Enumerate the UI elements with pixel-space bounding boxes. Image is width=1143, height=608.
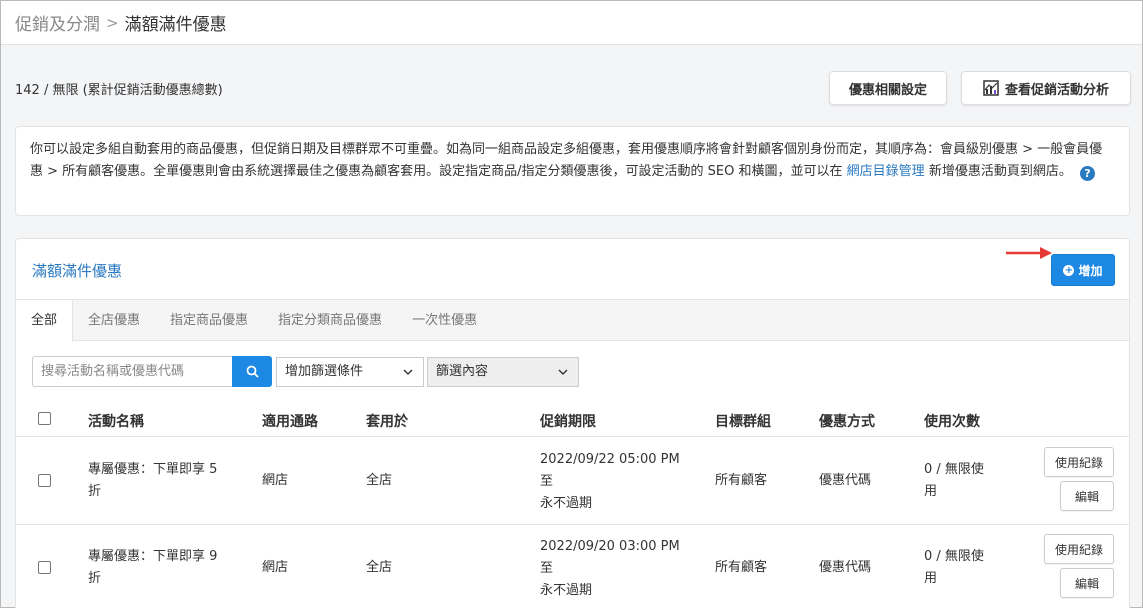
catalog-management-link[interactable]: 網店目錄管理 (847, 164, 925, 179)
tab-specific-categories[interactable]: 指定分類商品優惠 (263, 300, 397, 341)
tab-one-time[interactable]: 一次性優惠 (397, 300, 492, 341)
usage-log-button[interactable]: 使用紀錄 (1044, 447, 1114, 477)
target-cell: 所有顧客 (715, 473, 768, 488)
add-filter-value: 增加篩選條件 (285, 364, 364, 379)
usage-line: 用 (924, 484, 938, 499)
filter-content-value: 篩選內容 (436, 364, 489, 379)
tab-bar: 全部 全店優惠 指定商品優惠 指定分類商品優惠 一次性優惠 (16, 299, 1129, 342)
chevron-down-icon (403, 369, 413, 375)
period-cell: 2022/09/22 05:00 PM 至 永不過期 (540, 449, 680, 515)
search-icon (246, 365, 259, 378)
period-end: 永不過期 (540, 583, 593, 598)
table-row: 專屬優惠：下單即享 5 折 網店 全店 2022/09/22 05:00 PM … (16, 438, 1129, 525)
usage-line: 0 / 無限使 (924, 549, 984, 564)
period-cell: 2022/09/20 03:00 PM 至 永不過期 (540, 536, 680, 602)
channel-cell: 網店 (262, 560, 289, 575)
promotion-count-summary: 142 / 無限 (累計促銷活動優惠總數) (15, 83, 223, 98)
promotion-settings-button[interactable]: 優惠相關設定 (829, 71, 947, 105)
usage-cell: 0 / 無限使 用 (924, 546, 984, 590)
usage-log-button[interactable]: 使用紀錄 (1044, 534, 1114, 564)
filter-content-select[interactable]: 篩選內容 (427, 357, 579, 387)
column-header-method: 優惠方式 (819, 414, 875, 430)
column-header-applies-to: 套用於 (366, 414, 408, 430)
column-header-name: 活動名稱 (88, 414, 144, 430)
promotion-settings-label: 優惠相關設定 (848, 82, 927, 98)
period-to: 至 (540, 561, 554, 576)
view-analytics-button[interactable]: 查看促銷活動分析 (961, 71, 1131, 105)
notice-text-after: 新增優惠活動頁到網店。 (928, 164, 1072, 179)
table-header: 活動名稱 適用通路 套用於 促銷期限 目標群組 優惠方式 使用次數 (16, 402, 1129, 437)
period-to: 至 (540, 474, 554, 489)
table-row: 專屬優惠：下單即享 9 折 網店 全店 2022/09/20 03:00 PM … (16, 525, 1129, 608)
promotion-name-line: 折 (88, 484, 102, 499)
method-cell: 優惠代碼 (819, 560, 872, 575)
chart-icon (983, 80, 999, 96)
info-notice: 你可以設定多組自動套用的商品優惠，但促銷日期及目標群眾不可重疊。如為同一組商品設… (15, 126, 1130, 216)
method-cell: 優惠代碼 (819, 473, 872, 488)
target-cell: 所有顧客 (715, 560, 768, 575)
row-checkbox[interactable] (38, 561, 51, 574)
usage-line: 用 (924, 571, 938, 586)
column-header-usage: 使用次數 (924, 414, 980, 430)
column-header-channel: 適用通路 (262, 414, 318, 430)
add-button-label: 增加 (1078, 263, 1103, 278)
plus-icon: + (1063, 264, 1075, 276)
help-icon[interactable]: ? (1079, 166, 1095, 181)
promotion-panel: 滿額滿件優惠 + 增加 全部 全店優惠 指定商品優惠 指定分類商品優惠 一次性優… (15, 238, 1130, 608)
channel-cell: 網店 (262, 473, 289, 488)
promotion-name-line: 專屬優惠：下單即享 9 (88, 549, 218, 564)
search-button[interactable] (232, 356, 272, 387)
breadcrumb: 促銷及分潤 > 滿額滿件優惠 (1, 1, 1142, 45)
column-header-target: 目標群組 (715, 414, 771, 430)
usage-cell: 0 / 無限使 用 (924, 459, 984, 503)
page-title: 滿額滿件優惠 (124, 15, 227, 35)
select-all-checkbox[interactable] (38, 412, 51, 425)
promotion-name[interactable]: 專屬優惠：下單即享 9 折 (88, 546, 217, 590)
promotion-name-line: 專屬優惠：下單即享 5 (88, 462, 218, 477)
view-analytics-label: 查看促銷活動分析 (1004, 82, 1109, 98)
period-start: 2022/09/20 03:00 PM (540, 539, 680, 554)
tab-store-wide[interactable]: 全店優惠 (73, 300, 155, 341)
period-start: 2022/09/22 05:00 PM (540, 452, 680, 467)
breadcrumb-parent-link[interactable]: 促銷及分潤 (15, 10, 100, 35)
search-input[interactable] (32, 356, 232, 387)
breadcrumb-separator: > (106, 13, 119, 32)
promotion-name[interactable]: 專屬優惠：下單即享 5 折 (88, 459, 217, 503)
panel-title: 滿額滿件優惠 (32, 262, 123, 280)
edit-button[interactable]: 編輯 (1060, 568, 1114, 598)
applies-to-cell: 全店 (366, 560, 393, 575)
tab-specific-products[interactable]: 指定商品優惠 (155, 300, 263, 341)
add-promotion-button[interactable]: + 增加 (1051, 254, 1115, 286)
chevron-down-icon (558, 369, 568, 375)
annotation-arrow-icon (1006, 247, 1052, 259)
edit-button[interactable]: 編輯 (1060, 481, 1114, 511)
add-filter-select[interactable]: 增加篩選條件 (276, 357, 424, 387)
row-checkbox[interactable] (38, 474, 51, 487)
applies-to-cell: 全店 (366, 473, 393, 488)
usage-line: 0 / 無限使 (924, 462, 984, 477)
promotion-name-line: 折 (88, 571, 102, 586)
tab-all[interactable]: 全部 (16, 300, 74, 342)
period-end: 永不過期 (540, 496, 593, 511)
column-header-period: 促銷期限 (540, 414, 596, 430)
